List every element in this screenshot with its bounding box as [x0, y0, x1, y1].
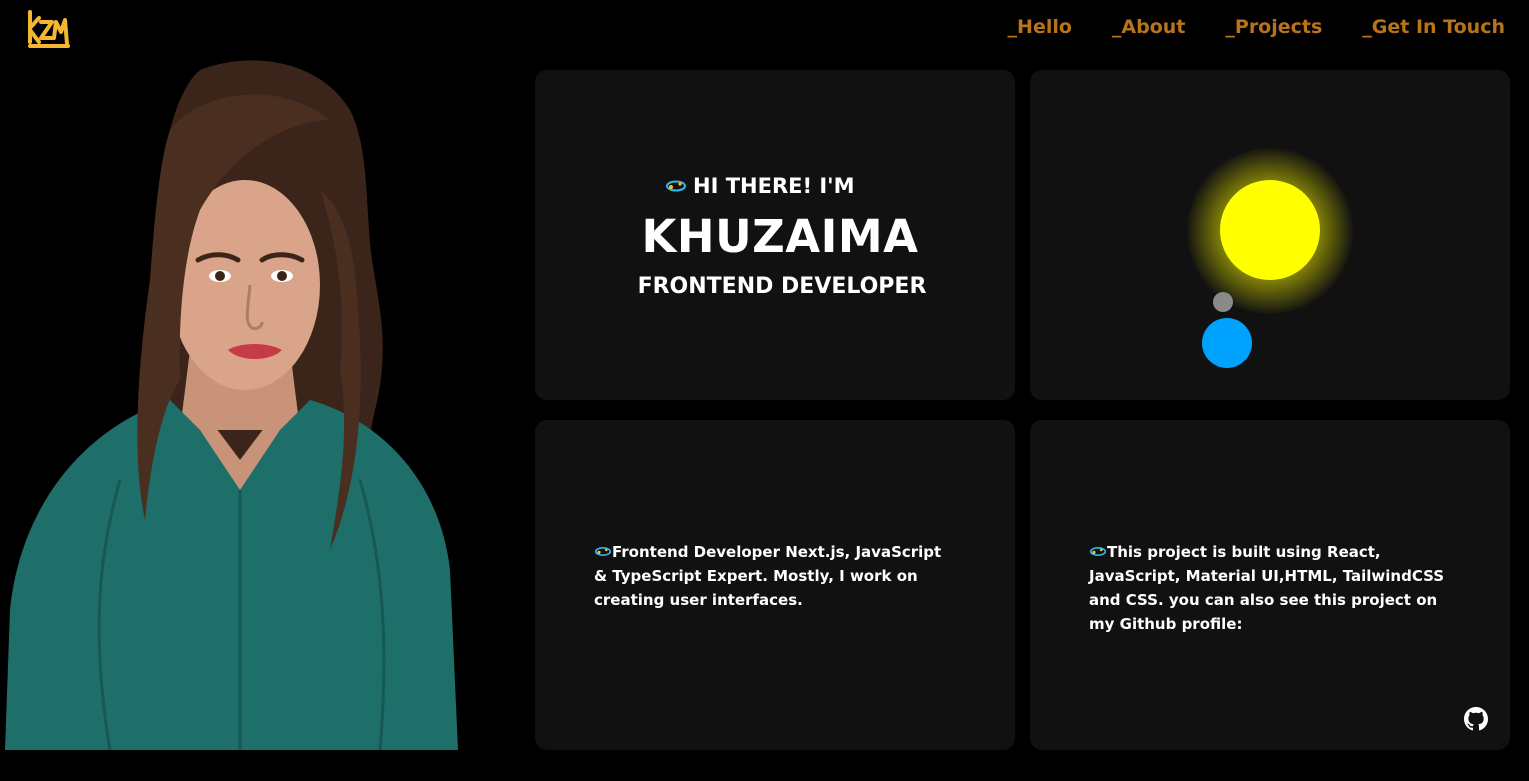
nav-link-projects[interactable]: _Projects [1225, 16, 1322, 38]
github-icon[interactable] [1464, 707, 1488, 731]
earth-orb [1202, 318, 1252, 368]
intro-card: HI THERE! I'M KHUZAIMA FRONTEND DEVELOPE… [535, 70, 1015, 400]
moon-orb [1213, 292, 1233, 312]
hero-name: KHUZAIMA [641, 210, 919, 263]
nav-link-hello[interactable]: _Hello [1008, 16, 1072, 38]
greeting-text: HI THERE! I'M [693, 174, 855, 198]
project-text-block: This project is built using React, JavaS… [1089, 540, 1449, 636]
main-nav: _Hello _About _Projects _Get In Touch [1008, 16, 1505, 38]
project-card: This project is built using React, JavaS… [1030, 420, 1510, 750]
sun-orb [1220, 180, 1320, 280]
project-text: This project is built using React, JavaS… [1089, 543, 1445, 633]
sparkle-emoji-icon [666, 180, 686, 192]
hero-role: FRONTEND DEVELOPER [637, 274, 927, 299]
about-card: Frontend Developer Next.js, JavaScript &… [535, 420, 1015, 750]
portfolio-page: _Hello _About _Projects _Get In Touch HI… [0, 0, 1529, 781]
about-text-block: Frontend Developer Next.js, JavaScript &… [594, 540, 954, 612]
greeting-line: HI THERE! I'M [665, 174, 855, 198]
profile-portrait [5, 60, 458, 750]
about-text: Frontend Developer Next.js, JavaScript &… [594, 543, 942, 609]
nav-link-about[interactable]: _About [1112, 16, 1185, 38]
kzm-logo-icon[interactable] [26, 8, 72, 50]
sparkle-emoji-icon [1089, 547, 1107, 556]
nav-link-get-in-touch[interactable]: _Get In Touch [1362, 16, 1505, 38]
sparkle-emoji-icon [594, 547, 612, 556]
